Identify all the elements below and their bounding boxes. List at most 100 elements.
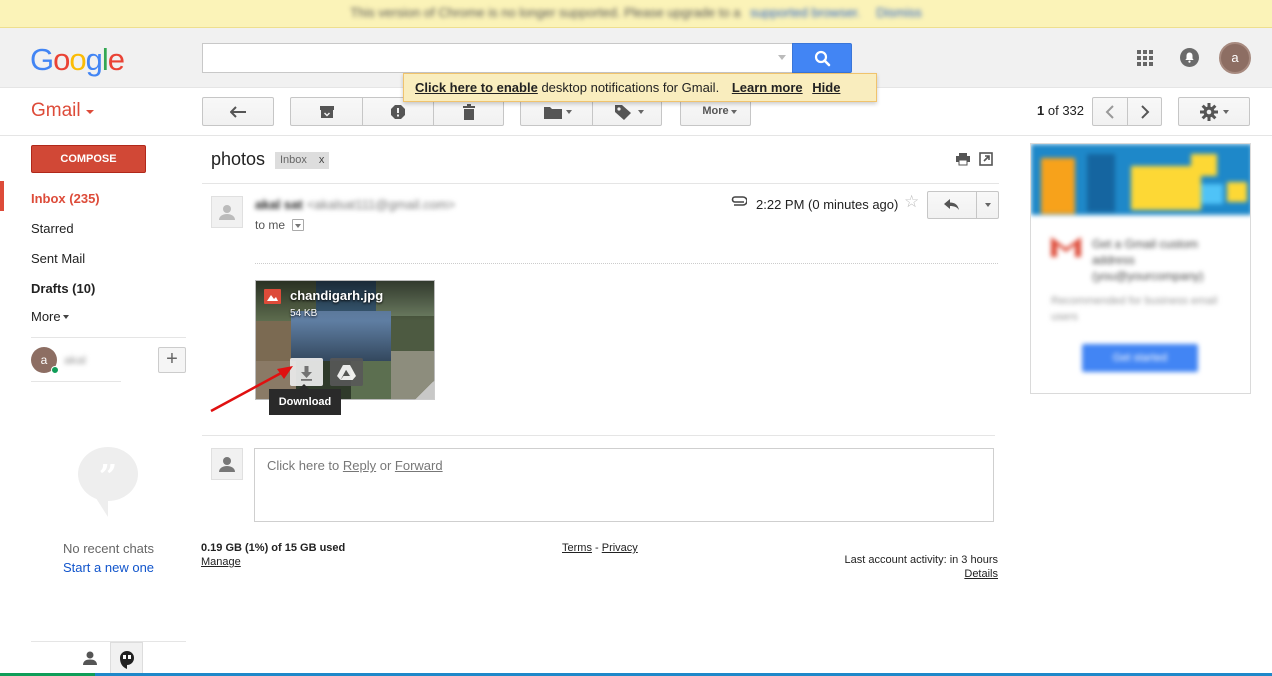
remove-label-button[interactable]: x — [319, 154, 325, 166]
reply-link[interactable]: Reply — [343, 458, 376, 473]
promo-get-started-button[interactable]: Get started — [1082, 344, 1198, 372]
sender-email: <akalsat111@gmail.com> — [306, 197, 456, 212]
delete-icon[interactable] — [462, 104, 476, 120]
sender-name[interactable]: akal sat — [255, 197, 303, 212]
more-label: More — [702, 105, 729, 117]
no-recent-chats-text: No recent chats — [62, 541, 155, 556]
search-button[interactable] — [792, 43, 852, 73]
search-options-caret-icon[interactable] — [778, 55, 786, 60]
back-to-inbox-button[interactable] — [202, 97, 274, 126]
forward-link[interactable]: Forward — [395, 458, 443, 473]
sidebar-item-inbox[interactable]: Inbox (235) — [31, 191, 100, 206]
archive-icon[interactable] — [319, 105, 335, 119]
reply-button-group — [927, 191, 999, 219]
reply-or: or — [376, 458, 395, 473]
newer-chevron-left-icon[interactable] — [1104, 105, 1116, 119]
promo-banner-illustration — [1031, 144, 1250, 215]
chevron-down-icon — [1223, 110, 1229, 114]
account-avatar[interactable]: a — [1219, 42, 1251, 74]
sidebar-item-drafts[interactable]: Drafts (10) — [31, 281, 95, 296]
sidebar-item-more[interactable]: More — [31, 309, 61, 324]
back-arrow-icon — [230, 106, 246, 118]
move-to-folder-icon[interactable] — [544, 106, 562, 119]
message-timestamp: 2:22 PM (0 minutes ago) — [756, 197, 899, 212]
sidebar-divider — [31, 381, 121, 382]
selected-indicator — [0, 181, 4, 211]
gmail-m-icon — [1051, 237, 1081, 257]
privacy-link[interactable]: Privacy — [602, 542, 638, 554]
print-icon[interactable] — [956, 152, 970, 166]
enable-notifications-link[interactable]: Click here to enable — [415, 80, 538, 95]
reply-icon[interactable] — [944, 199, 960, 211]
message-divider — [202, 435, 995, 436]
sidebar-item-starred[interactable]: Starred — [31, 221, 74, 236]
label-tag-icon[interactable] — [614, 104, 632, 120]
start-new-chat-link[interactable]: Start a new one — [31, 560, 186, 575]
terms-privacy: Terms - Privacy — [562, 542, 638, 554]
last-account-activity: Last account activity: in 3 hours — [844, 554, 998, 566]
search-box[interactable] — [202, 43, 794, 73]
label-text: Inbox — [280, 154, 307, 166]
inbox-label-chip: Inbox x — [275, 152, 330, 169]
toolbar-divider — [0, 135, 1272, 136]
hangouts-icon — [120, 651, 134, 669]
recipient-text: to me — [255, 218, 286, 232]
gmail-app-switcher[interactable]: Gmail — [31, 100, 81, 122]
logo-letter: G — [30, 42, 54, 77]
pager-buttons — [1092, 97, 1162, 126]
sender-avatar — [211, 196, 243, 228]
chat-bubble-tail — [94, 495, 108, 517]
search-icon — [814, 50, 831, 67]
new-chat-plus-button[interactable]: + — [158, 347, 186, 373]
hide-link[interactable]: Hide — [812, 80, 840, 95]
report-spam-icon[interactable] — [390, 104, 406, 120]
reply-prefix: Click here to — [267, 458, 343, 473]
manage-storage-link[interactable]: Manage — [201, 556, 241, 568]
chevron-down-icon — [295, 224, 301, 228]
online-status-dot — [51, 366, 59, 374]
notifications-bell-icon[interactable] — [1180, 48, 1199, 67]
supported-browser-link[interactable]: supported browser. — [750, 5, 861, 20]
chevron-down-icon[interactable] — [86, 110, 94, 114]
star-icon[interactable]: ☆ — [904, 192, 919, 212]
dash: - — [591, 542, 602, 554]
more-reply-options-chevron-icon[interactable] — [985, 203, 991, 207]
page-fold — [415, 380, 435, 400]
show-details-toggle[interactable] — [292, 219, 304, 231]
pager-of: of — [1044, 103, 1063, 118]
hangouts-user-name[interactable]: akal — [64, 353, 86, 367]
promo-title: Get a Gmail custom address (you@yourcomp… — [1092, 237, 1204, 283]
chevron-down-icon[interactable] — [638, 110, 644, 114]
chevron-down-icon[interactable] — [63, 315, 69, 319]
open-in-new-window-icon[interactable] — [979, 152, 993, 166]
learn-more-link[interactable]: Learn more — [732, 80, 803, 95]
message-subject: photos — [211, 149, 266, 169]
logo-letter: o — [69, 42, 86, 77]
terms-link[interactable]: Terms — [562, 542, 592, 554]
attachment-filename: chandigarh.jpg — [290, 288, 384, 303]
pager-total: 332 — [1062, 103, 1085, 118]
annotation-arrow-icon — [210, 366, 293, 413]
settings-button[interactable] — [1178, 97, 1250, 126]
logo-letter: g — [85, 42, 103, 77]
pagination-status: 1 of 332 — [1037, 103, 1084, 118]
browser-unsupported-banner: This version of Chrome is no longer supp… — [0, 0, 1272, 28]
activity-details-link[interactable]: Details — [900, 568, 998, 580]
save-to-drive-button[interactable] — [330, 358, 363, 386]
storage-usage: 0.19 GB (1%) of 15 GB used — [201, 542, 346, 554]
avatar-initial: a — [40, 353, 48, 367]
person-icon — [219, 205, 235, 220]
subject-divider — [202, 183, 999, 184]
reply-prompt: Click here to Reply or Forward — [267, 458, 443, 473]
hangouts-tab[interactable] — [110, 642, 143, 674]
chevron-down-icon[interactable] — [566, 110, 572, 114]
desktop-notification-prompt: Click here to enable desktop notificatio… — [403, 73, 877, 102]
sidebar-item-sent-mail[interactable]: Sent Mail — [31, 251, 85, 266]
dismiss-link[interactable]: Dismiss — [876, 5, 922, 20]
sender-info: akal sat <akalsat111@gmail.com> — [255, 197, 455, 212]
google-logo[interactable]: Google — [30, 42, 125, 78]
contacts-person-icon[interactable] — [80, 648, 100, 668]
older-chevron-right-icon[interactable] — [1139, 105, 1151, 119]
compose-button[interactable]: COMPOSE — [31, 145, 146, 173]
search-input[interactable] — [203, 44, 794, 72]
